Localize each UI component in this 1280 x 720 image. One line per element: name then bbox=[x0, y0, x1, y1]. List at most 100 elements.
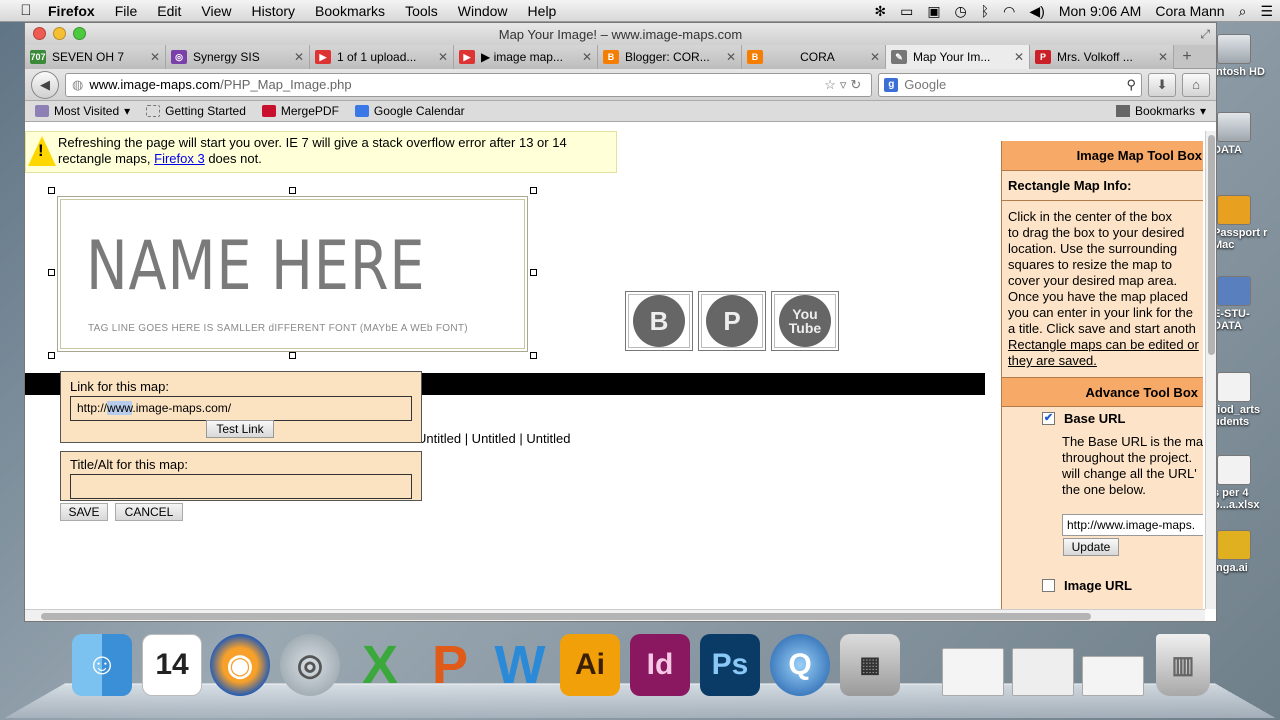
link-input[interactable]: http://www.image-maps.com/ bbox=[70, 396, 412, 421]
tab-cora[interactable]: B CORA ✕ bbox=[742, 45, 886, 69]
tab-map-your-image[interactable]: ✎ Map Your Im... ✕ bbox=[886, 45, 1030, 69]
tab-youtube-image-map[interactable]: ▶ ▶ image map... ✕ bbox=[454, 45, 598, 69]
pinterest-social-button[interactable]: P bbox=[698, 291, 766, 351]
base-url-checkbox[interactable]: ✔ bbox=[1042, 412, 1055, 425]
image-url-checkbox[interactable] bbox=[1042, 579, 1055, 592]
resize-handle-ne[interactable] bbox=[530, 187, 537, 194]
zoom-window-button[interactable] bbox=[73, 27, 86, 40]
desktop-icon-stu-data[interactable]: E-STU- DATA bbox=[1213, 276, 1273, 332]
powerpoint-icon[interactable]: P bbox=[420, 634, 480, 696]
desktop-icon-hd[interactable]: intosh HD bbox=[1213, 34, 1273, 78]
blogger-social-button[interactable]: B bbox=[625, 291, 693, 351]
tab-seven-oh-7[interactable]: 707 SEVEN OH 7 ✕ bbox=[25, 45, 166, 69]
url-bar[interactable]: ◍ www.image-maps.com/PHP_Map_Image.php ☆… bbox=[64, 72, 873, 97]
grab-icon[interactable]: ◎ bbox=[280, 634, 340, 696]
resize-handle-se[interactable] bbox=[530, 352, 537, 359]
back-button[interactable]: ◀ bbox=[31, 70, 59, 99]
minimized-window-3[interactable] bbox=[1082, 656, 1144, 696]
close-tab-icon[interactable]: ✕ bbox=[438, 50, 448, 64]
menu-view[interactable]: View bbox=[191, 3, 241, 19]
search-input[interactable]: Google bbox=[904, 77, 946, 92]
apple-icon[interactable]:  bbox=[14, 2, 38, 19]
bluetooth-icon[interactable]: ᛒ bbox=[974, 3, 996, 19]
airplay-icon[interactable]: ▭ bbox=[893, 3, 920, 20]
vertical-scrollbar[interactable] bbox=[1205, 131, 1216, 609]
menu-app[interactable]: Firefox bbox=[38, 3, 105, 19]
menu-tools[interactable]: Tools bbox=[395, 3, 448, 19]
tab-youtube-upload[interactable]: ▶ 1 of 1 upload... ✕ bbox=[310, 45, 454, 69]
status-icon[interactable]: ✻ bbox=[867, 3, 893, 20]
menu-window[interactable]: Window bbox=[448, 3, 518, 19]
desktop-icon-ai[interactable]: inga.ai bbox=[1213, 530, 1273, 574]
desktop-icon-data[interactable]: DATA bbox=[1213, 112, 1273, 156]
menubar-user[interactable]: Cora Mann bbox=[1148, 3, 1231, 19]
preview-icon[interactable]: ▦ bbox=[840, 634, 900, 696]
resize-handle-e[interactable] bbox=[530, 269, 537, 276]
tab-pinterest[interactable]: P Mrs. Volkoff ... ✕ bbox=[1030, 45, 1174, 69]
bookmark-star-icon[interactable]: ☆▿↻ bbox=[824, 77, 865, 93]
minimize-window-button[interactable] bbox=[53, 27, 66, 40]
excel-icon[interactable]: X bbox=[350, 634, 410, 696]
firefox-icon[interactable]: ◉ bbox=[210, 634, 270, 696]
notification-icon[interactable]: ☰ bbox=[1253, 3, 1280, 20]
photoshop-icon[interactable]: Ps bbox=[700, 634, 760, 696]
wifi-icon[interactable]: ◠ bbox=[996, 3, 1022, 20]
quicktime-icon[interactable]: Q bbox=[770, 634, 830, 696]
menu-help[interactable]: Help bbox=[518, 3, 567, 19]
menu-file[interactable]: File bbox=[105, 3, 148, 19]
save-button[interactable]: SAVE bbox=[60, 503, 108, 521]
youtube-social-button[interactable]: You Tube bbox=[771, 291, 839, 351]
resize-handle-s[interactable] bbox=[289, 352, 296, 359]
tab-blogger[interactable]: B Blogger: COR... ✕ bbox=[598, 45, 742, 69]
map-image-selection[interactable]: NAME HERE TAG LINE GOES HERE IS SAMLLER … bbox=[57, 196, 528, 352]
resize-handle-sw[interactable] bbox=[48, 352, 55, 359]
indesign-icon[interactable]: Id bbox=[630, 634, 690, 696]
bookmark-google-calendar[interactable]: Google Calendar bbox=[354, 104, 465, 118]
finder-icon[interactable]: ☺ bbox=[72, 634, 132, 696]
desktop-icon-xlsx[interactable]: s per 4 o...a.xlsx bbox=[1213, 455, 1273, 511]
ical-icon[interactable]: 14 bbox=[142, 634, 202, 696]
cancel-button[interactable]: CANCEL bbox=[115, 503, 183, 521]
rectangle-maps-edit-link[interactable]: Rectangle maps can be edited or bbox=[1008, 337, 1199, 352]
resize-handle-n[interactable] bbox=[289, 187, 296, 194]
menu-bookmarks[interactable]: Bookmarks bbox=[305, 3, 395, 19]
search-icon[interactable]: ⚲ bbox=[1127, 77, 1137, 93]
downloads-button[interactable]: ⬇ bbox=[1148, 72, 1177, 97]
close-tab-icon[interactable]: ✕ bbox=[870, 50, 880, 64]
resize-handle-nw[interactable] bbox=[48, 187, 55, 194]
image-url-option[interactable]: Image URL bbox=[1002, 556, 1203, 593]
tab-synergy-sis[interactable]: ◎ Synergy SIS ✕ bbox=[166, 45, 310, 69]
close-tab-icon[interactable]: ✕ bbox=[1014, 50, 1024, 64]
bookmark-most-visited[interactable]: Most Visited ▾ bbox=[35, 104, 130, 118]
firefox-3-link[interactable]: Firefox 3 bbox=[154, 151, 205, 166]
time-machine-icon[interactable]: ◷ bbox=[948, 3, 974, 20]
word-icon[interactable]: W bbox=[490, 634, 550, 696]
base-url-input[interactable]: http://www.image-maps. bbox=[1062, 514, 1203, 536]
close-tab-icon[interactable]: ✕ bbox=[726, 50, 736, 64]
menu-history[interactable]: History bbox=[241, 3, 305, 19]
close-window-button[interactable] bbox=[33, 27, 46, 40]
trash-icon[interactable]: ▥ bbox=[1156, 634, 1210, 696]
horizontal-scrollbar[interactable] bbox=[25, 609, 1205, 621]
test-link-button[interactable]: Test Link bbox=[206, 420, 274, 438]
update-button[interactable]: Update bbox=[1063, 538, 1119, 556]
volume-icon[interactable]: ◀) bbox=[1022, 3, 1051, 20]
bookmarks-menu[interactable]: Bookmarks ▾ bbox=[1115, 104, 1206, 118]
close-tab-icon[interactable]: ✕ bbox=[150, 50, 160, 64]
new-tab-button[interactable]: + bbox=[1174, 45, 1200, 68]
spotlight-icon[interactable]: ⌕ bbox=[1232, 3, 1254, 20]
close-tab-icon[interactable]: ✕ bbox=[582, 50, 592, 64]
fullscreen-icon[interactable]: ⤢ bbox=[1200, 27, 1210, 42]
google-icon[interactable]: g bbox=[884, 77, 899, 92]
search-bar[interactable]: g Google ⚲ bbox=[878, 72, 1143, 97]
illustrator-icon[interactable]: Ai bbox=[560, 634, 620, 696]
menu-edit[interactable]: Edit bbox=[147, 3, 191, 19]
minimized-window-1[interactable] bbox=[942, 648, 1004, 696]
minimized-window-2[interactable] bbox=[1012, 648, 1074, 696]
desktop-icon-passport[interactable]: Passport r Mac bbox=[1213, 195, 1273, 251]
title-alt-input[interactable] bbox=[70, 474, 412, 499]
close-tab-icon[interactable]: ✕ bbox=[1158, 50, 1168, 64]
home-button[interactable]: ⌂ bbox=[1182, 72, 1211, 97]
close-tab-icon[interactable]: ✕ bbox=[294, 50, 304, 64]
base-url-option[interactable]: ✔ Base URL bbox=[1002, 407, 1203, 426]
